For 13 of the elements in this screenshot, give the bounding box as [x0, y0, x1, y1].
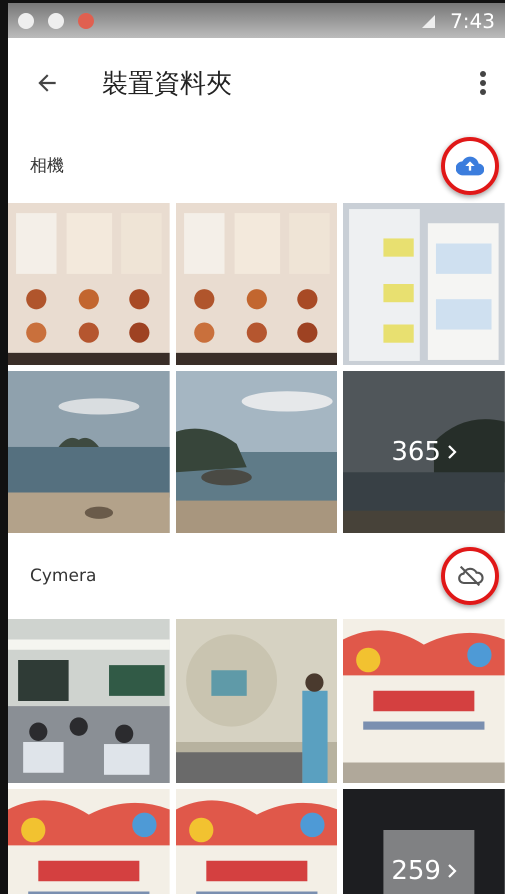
app-icon	[78, 12, 94, 28]
signal-icon	[420, 12, 436, 28]
backup-button[interactable]	[441, 136, 499, 194]
clock: 7:43	[450, 8, 495, 32]
photo-count[interactable]: 365	[391, 437, 441, 467]
chevron-icon[interactable]	[446, 444, 457, 460]
folder-title: 相機	[30, 155, 64, 177]
folder-title: Cymera	[30, 566, 96, 586]
notification-icon	[18, 12, 34, 28]
notification-icon	[48, 12, 64, 28]
page-title: 裝置資料夾	[102, 68, 233, 100]
more-options-icon[interactable]	[479, 70, 487, 96]
backup-button[interactable]	[441, 547, 499, 605]
